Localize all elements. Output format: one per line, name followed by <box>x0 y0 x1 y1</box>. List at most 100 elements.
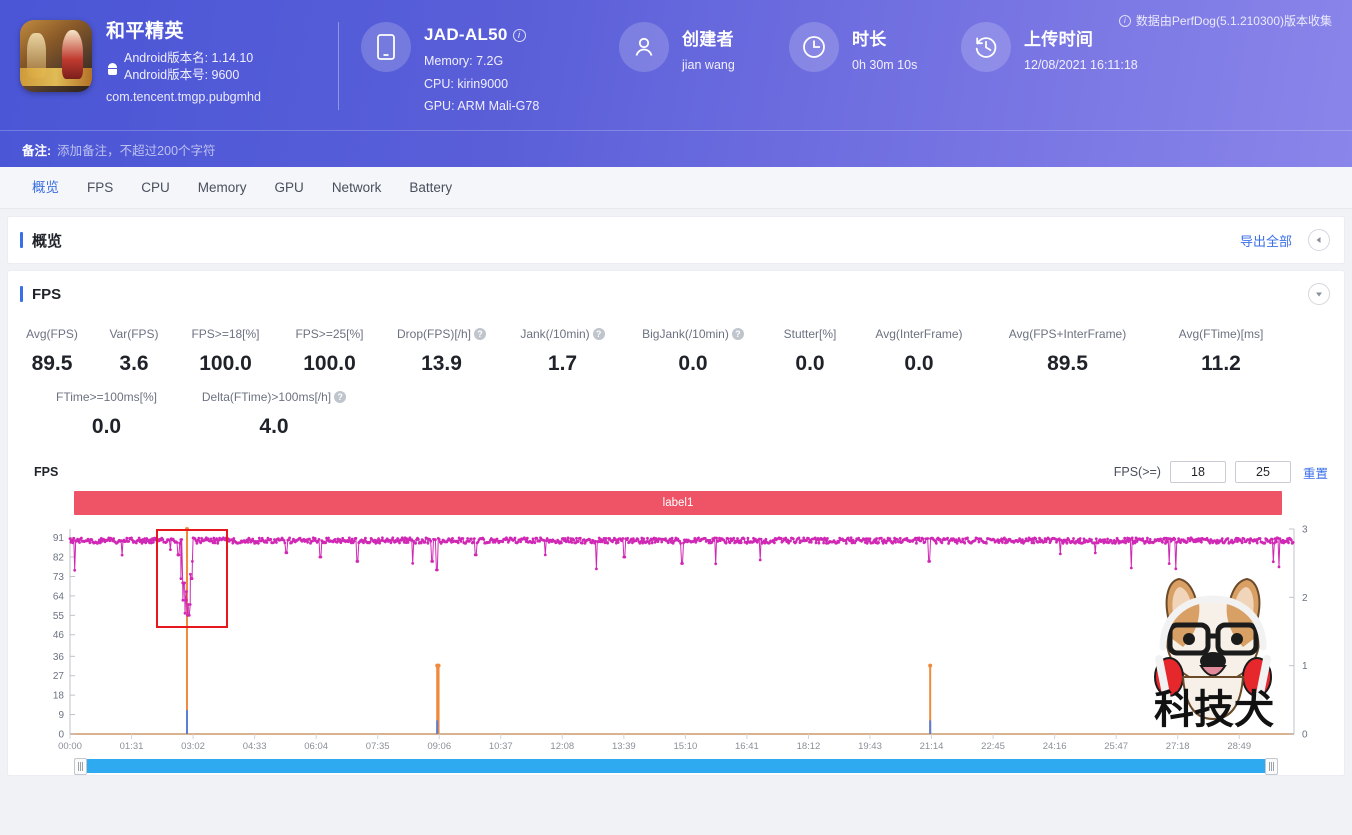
svg-text:27:18: 27:18 <box>1166 741 1190 752</box>
svg-text:24:16: 24:16 <box>1043 741 1067 752</box>
svg-text:10:37: 10:37 <box>489 741 513 752</box>
svg-text:18: 18 <box>53 691 65 702</box>
chevron-down-icon <box>1316 292 1322 297</box>
android-version-code: Android版本号: 9600 <box>124 68 240 82</box>
tab-fps[interactable]: FPS <box>73 167 127 209</box>
fps-threshold-high-input[interactable] <box>1234 461 1291 483</box>
tab-gpu[interactable]: GPU <box>261 167 318 209</box>
svg-text:46: 46 <box>53 630 65 641</box>
fps-threshold-low-input[interactable] <box>1169 461 1226 483</box>
clock-icon <box>789 22 839 72</box>
tab-network[interactable]: Network <box>318 167 396 209</box>
device-cpu: CPU: kirin9000 <box>424 76 509 91</box>
svg-text:09:06: 09:06 <box>427 741 451 752</box>
stat-jank: Jank(/10min)? 1.7 <box>503 323 622 380</box>
svg-text:36: 36 <box>53 652 65 663</box>
creator-value: jian wang <box>682 58 735 72</box>
scrollbar-fill[interactable] <box>82 759 1270 773</box>
fps-threshold-label: FPS(>=) <box>1113 465 1161 479</box>
svg-text:0: 0 <box>58 730 64 741</box>
stat-stutter: Stutter[%] 0.0 <box>783 327 837 375</box>
svg-text:22:45: 22:45 <box>981 741 1005 752</box>
svg-text:00:00: 00:00 <box>58 741 82 752</box>
fps-collapse-button[interactable] <box>1308 283 1330 305</box>
tab-overview[interactable]: 概览 <box>18 167 73 209</box>
svg-text:21:14: 21:14 <box>920 741 944 752</box>
remark-placeholder: 添加备注，不超过200个字符 <box>57 143 216 158</box>
export-all-link[interactable]: 导出全部 <box>1240 231 1292 250</box>
svg-text:13:39: 13:39 <box>612 741 636 752</box>
remark-bar[interactable]: 备注: 添加备注，不超过200个字符 <box>0 130 1352 167</box>
chart-range-scrollbar[interactable] <box>16 757 1336 775</box>
svg-text:25:47: 25:47 <box>1104 741 1128 752</box>
help-icon[interactable]: ? <box>592 328 605 340</box>
chevron-left-icon <box>1316 237 1321 243</box>
reset-link[interactable]: 重置 <box>1303 463 1328 482</box>
svg-text:03:02: 03:02 <box>181 741 205 752</box>
perfdog-version-note: i 数据由PerfDog(5.1.210300)版本收集 <box>1118 12 1332 29</box>
svg-text:07:35: 07:35 <box>366 741 390 752</box>
upload-value: 12/08/2021 16:11:18 <box>1024 58 1138 72</box>
help-icon[interactable]: ? <box>731 328 744 340</box>
chart-toolbar: FPS FPS(>=) 重置 <box>8 453 1344 487</box>
app-info-block: 和平精英 Android版本名: 1.14.10 Android版本号: 960… <box>20 14 338 104</box>
header-divider <box>338 22 339 110</box>
stat-var-fps: Var(FPS) 3.6 <box>109 327 159 375</box>
creator-title: 创建者 <box>682 30 734 49</box>
svg-text:2: 2 <box>1302 593 1308 604</box>
svg-text:28:49: 28:49 <box>1227 741 1251 752</box>
svg-text:15:10: 15:10 <box>673 741 697 752</box>
svg-text:04:33: 04:33 <box>243 741 267 752</box>
stat-drop-fps: Drop(FPS)[/h]? 13.9 <box>380 323 503 380</box>
tab-battery[interactable]: Battery <box>395 167 466 209</box>
tab-cpu[interactable]: CPU <box>127 167 184 209</box>
overview-collapse-button[interactable] <box>1308 229 1330 251</box>
app-name: 和平精英 <box>106 21 185 42</box>
game-app-icon <box>20 20 92 92</box>
chart-series-label: FPS <box>34 465 59 479</box>
svg-text:73: 73 <box>53 572 65 583</box>
svg-text:82: 82 <box>53 553 65 564</box>
stat-avg-interframe: Avg(InterFrame) 0.0 <box>875 327 963 375</box>
overview-title: 概览 <box>20 230 62 251</box>
scene-label-banner[interactable]: label1 <box>74 491 1282 515</box>
phone-icon <box>361 22 411 72</box>
stat-fps-ge-25: FPS>=25[%] 100.0 <box>295 327 364 375</box>
remark-label: 备注: <box>22 143 52 158</box>
fps-stats-row-2: FTime>=100ms[%] 0.0 Delta(FTime)>100ms[/… <box>8 386 1344 443</box>
range-left-handle[interactable] <box>74 757 87 775</box>
svg-text:0: 0 <box>1302 730 1308 741</box>
android-icon <box>106 60 119 75</box>
fps-chart[interactable]: 0 9 18 27 36 46 55 64 73 82 91 0 1 2 3 00:00 01:31 03:0… <box>8 521 1344 753</box>
svg-text:91: 91 <box>53 533 65 544</box>
stat-delta-ftime-gt-100ms: Delta(FTime)>100ms[/h]? 4.0 <box>179 386 369 443</box>
android-version-name: Android版本名: 1.14.10 <box>124 51 254 65</box>
stat-fps-ge-18: FPS>=18[%] 100.0 <box>191 327 260 375</box>
help-icon[interactable]: ? <box>474 328 486 340</box>
device-model: JAD-AL50 <box>424 25 508 44</box>
page-header: i 数据由PerfDog(5.1.210300)版本收集 和平精英 Androi… <box>0 0 1352 167</box>
overview-card: 概览 导出全部 <box>8 217 1344 263</box>
fps-chart-svg[interactable]: 0 9 18 27 36 46 55 64 73 82 91 0 1 2 3 00:00 01:31 03:0… <box>8 521 1344 763</box>
app-package-name: com.tencent.tmgp.pubgmhd <box>106 90 261 104</box>
history-icon <box>961 22 1011 72</box>
fps-stats-row-1: Avg(FPS) 89.5 Var(FPS) 3.6 FPS>=18[%] 10… <box>8 323 1344 380</box>
svg-text:9: 9 <box>58 710 64 721</box>
help-icon[interactable]: ? <box>334 391 347 403</box>
svg-text:27: 27 <box>53 671 65 682</box>
device-gpu: GPU: ARM Mali-G78 <box>424 99 540 113</box>
creator-info-block: 创建者 jian wang <box>619 14 789 76</box>
device-info-icon[interactable]: i <box>512 29 526 42</box>
tab-memory[interactable]: Memory <box>184 167 261 209</box>
stat-avg-fps-interframe: Avg(FPS+InterFrame) 89.5 <box>1008 327 1127 375</box>
duration-title: 时长 <box>852 30 887 49</box>
fps-stats: Avg(FPS) 89.5 Var(FPS) 3.6 FPS>=18[%] 10… <box>8 317 1344 453</box>
svg-text:64: 64 <box>53 591 65 602</box>
duration-value: 0h 30m 10s <box>852 58 918 72</box>
stat-avg-ftime: Avg(FTime)[ms] 11.2 <box>1178 327 1264 375</box>
range-right-handle[interactable] <box>1265 757 1278 775</box>
main-tabbar: 概览 FPS CPU Memory GPU Network Battery <box>0 167 1352 209</box>
duration-info-block: 时长 0h 30m 10s <box>789 14 961 76</box>
svg-text:06:04: 06:04 <box>304 741 328 752</box>
stat-bigjank: BigJank(/10min)? 0.0 <box>622 323 764 380</box>
